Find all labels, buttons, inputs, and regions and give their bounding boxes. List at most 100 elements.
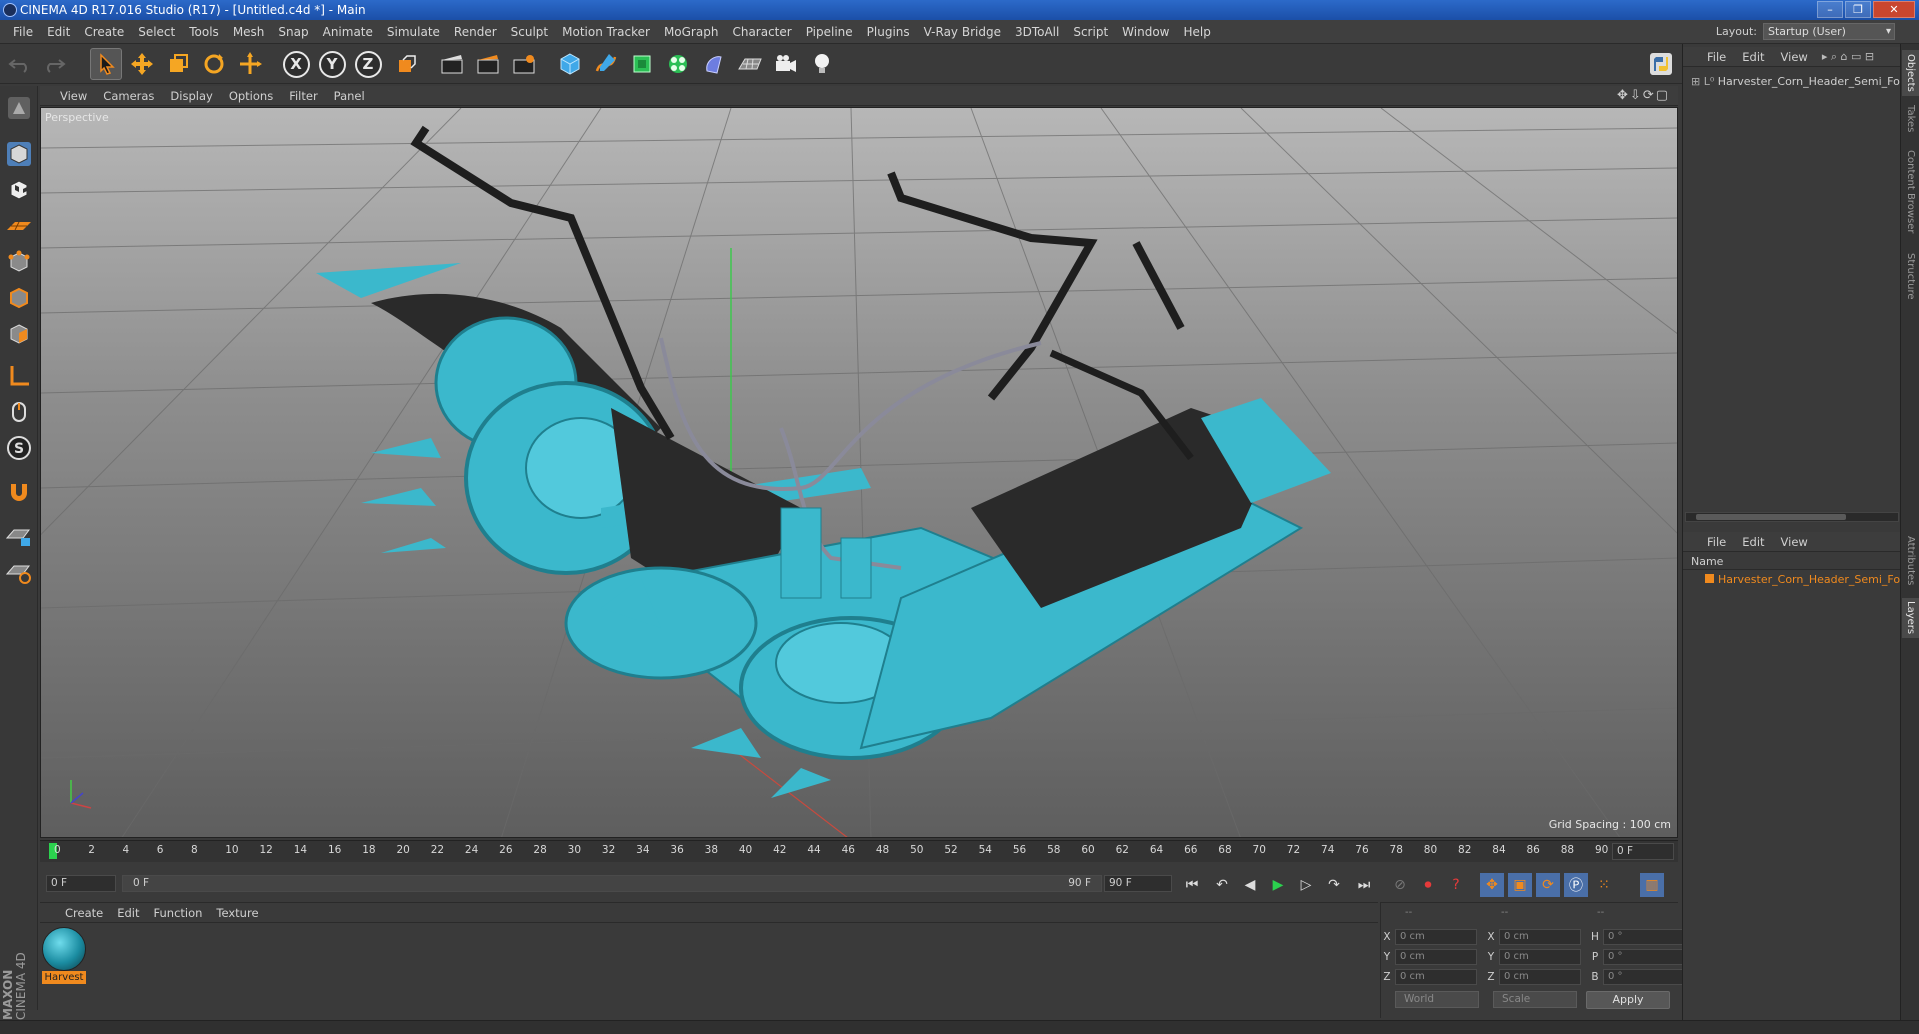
menu-file[interactable]: File	[6, 25, 40, 39]
menu-tools[interactable]: Tools	[182, 25, 226, 39]
cube-object-button[interactable]	[554, 48, 586, 80]
rotation-key-button[interactable]: ⟳	[1536, 873, 1560, 897]
viewport-menu-panel[interactable]: Panel	[326, 89, 373, 103]
polygons-mode-button[interactable]	[3, 318, 35, 350]
menu-vray-bridge[interactable]: V-Ray Bridge	[917, 25, 1008, 39]
coordinate-space-select[interactable]: World	[1395, 991, 1479, 1008]
record-keys-button[interactable]: ⊘	[1388, 873, 1412, 897]
render-settings-button[interactable]	[508, 48, 540, 80]
objects-menu-edit[interactable]: Edit	[1734, 50, 1772, 64]
material-menu-create[interactable]: Create	[58, 906, 110, 920]
point-level-key-button[interactable]: ⁙	[1592, 873, 1616, 897]
timeline-ruler[interactable]: 0 2 4 6 8 10 12 14 16 18 20 22 24 26 28 30 32 34 36 38 40 42 4…	[40, 840, 1678, 862]
tab-takes[interactable]: Takes	[1902, 102, 1919, 136]
menu-script[interactable]: Script	[1066, 25, 1115, 39]
menu-character[interactable]: Character	[725, 25, 798, 39]
render-view-button[interactable]	[436, 48, 468, 80]
viewport-menu-cameras[interactable]: Cameras	[95, 89, 162, 103]
menu-mesh[interactable]: Mesh	[226, 25, 272, 39]
tab-objects[interactable]: Objects	[1902, 50, 1919, 96]
pos-x-field[interactable]: 0 cm	[1395, 929, 1477, 945]
menu-create[interactable]: Create	[77, 25, 131, 39]
points-mode-button[interactable]	[3, 246, 35, 278]
object-row[interactable]: ⊞ L⁰ Harvester_Corn_Header_Semi_Fold	[1683, 74, 1901, 90]
pos-y-field[interactable]: 0 cm	[1395, 949, 1477, 965]
menu-window[interactable]: Window	[1115, 25, 1176, 39]
deformer-button[interactable]	[698, 48, 730, 80]
model-mode-button[interactable]	[3, 138, 35, 170]
layers-menu-file[interactable]: File	[1699, 535, 1734, 549]
size-mode-select[interactable]: Scale	[1493, 991, 1577, 1008]
make-editable-button[interactable]	[3, 92, 35, 124]
redo-button[interactable]	[38, 48, 70, 80]
edges-mode-button[interactable]	[3, 282, 35, 314]
material-menu-texture[interactable]: Texture	[209, 906, 265, 920]
workplane-mode-button[interactable]	[3, 210, 35, 242]
menu-mograph[interactable]: MoGraph	[657, 25, 726, 39]
material-menu-edit[interactable]: Edit	[110, 906, 146, 920]
snap-button[interactable]: S	[3, 432, 35, 464]
frame-range-slider[interactable]: 0 F 90 F	[122, 875, 1102, 892]
menu-render[interactable]: Render	[447, 25, 504, 39]
objects-menu-file[interactable]: File	[1699, 50, 1734, 64]
play-button[interactable]: ▶	[1266, 873, 1290, 897]
layer-row[interactable]: Harvester_Corn_Header_Semi_Fold	[1683, 572, 1901, 588]
next-frame-button[interactable]: ▷	[1294, 873, 1318, 897]
menu-3dtoall[interactable]: 3DToAll	[1008, 25, 1066, 39]
layers-menu-view[interactable]: View	[1773, 535, 1816, 549]
start-frame-field[interactable]: 0 F	[46, 875, 116, 892]
undo-button[interactable]	[4, 48, 36, 80]
close-button[interactable]: ✕	[1873, 1, 1915, 18]
menu-help[interactable]: Help	[1176, 25, 1217, 39]
parameter-key-button[interactable]: Ⓟ	[1564, 873, 1588, 897]
current-frame-field[interactable]: 0 F	[1612, 843, 1674, 860]
axis-mode-button[interactable]	[3, 360, 35, 392]
scale-key-button[interactable]: ▣	[1508, 873, 1532, 897]
size-y-field[interactable]: 0 cm	[1499, 949, 1581, 965]
menu-edit[interactable]: Edit	[40, 25, 77, 39]
viewport-navigation-icons[interactable]: ✥⇩⟳▢	[1617, 88, 1670, 103]
array-button[interactable]	[662, 48, 694, 80]
objects-menu-view[interactable]: View	[1773, 50, 1816, 64]
tab-attributes[interactable]: Attributes	[1902, 530, 1919, 592]
next-keyframe-button[interactable]: ↷	[1322, 873, 1346, 897]
viewport-menu-filter[interactable]: Filter	[281, 89, 325, 103]
layers-menu-edit[interactable]: Edit	[1734, 535, 1772, 549]
previous-keyframe-button[interactable]: ↶	[1210, 873, 1234, 897]
subdivision-button[interactable]	[626, 48, 658, 80]
menu-sculpt[interactable]: Sculpt	[504, 25, 555, 39]
menu-simulate[interactable]: Simulate	[380, 25, 447, 39]
maximize-button[interactable]: ❐	[1845, 1, 1871, 18]
size-z-field[interactable]: 0 cm	[1499, 969, 1581, 985]
live-select-button[interactable]	[234, 48, 266, 80]
light-button[interactable]	[806, 48, 838, 80]
menu-animate[interactable]: Animate	[316, 25, 380, 39]
pen-tool-button[interactable]	[590, 48, 622, 80]
rot-b-field[interactable]: 0 °	[1603, 969, 1685, 985]
menu-plugins[interactable]: Plugins	[860, 25, 917, 39]
tab-structure[interactable]: Structure	[1902, 248, 1919, 304]
scale-tool-button[interactable]	[162, 48, 194, 80]
magnet-button[interactable]	[3, 476, 35, 508]
locked-workplane-button[interactable]	[3, 520, 35, 552]
go-to-end-button[interactable]: ⏭	[1352, 873, 1376, 897]
floor-button[interactable]	[734, 48, 766, 80]
menu-pipeline[interactable]: Pipeline	[799, 25, 860, 39]
python-button[interactable]	[1645, 48, 1677, 80]
x-axis-toggle[interactable]: X	[280, 48, 312, 80]
pos-z-field[interactable]: 0 cm	[1395, 969, 1477, 985]
menu-select[interactable]: Select	[131, 25, 182, 39]
z-axis-toggle[interactable]: Z	[352, 48, 384, 80]
y-axis-toggle[interactable]: Y	[316, 48, 348, 80]
texture-mode-button[interactable]	[3, 174, 35, 206]
layout-select[interactable]: Startup (User)	[1763, 23, 1895, 40]
viewport-menu-view[interactable]: View	[52, 89, 95, 103]
select-tool-button[interactable]	[90, 48, 122, 80]
render-to-picture-viewer-button[interactable]	[472, 48, 504, 80]
objects-toolbar-icons[interactable]: ▸ ⌕ ⌂ ▭ ⊟	[1822, 50, 1874, 64]
timeline-window-button[interactable]: ▥	[1640, 873, 1664, 897]
material-swatch[interactable]: Harvest	[42, 927, 86, 984]
viewport-menu-display[interactable]: Display	[162, 89, 220, 103]
tab-layers[interactable]: Layers	[1902, 598, 1919, 638]
end-frame-field[interactable]: 90 F	[1104, 875, 1172, 892]
